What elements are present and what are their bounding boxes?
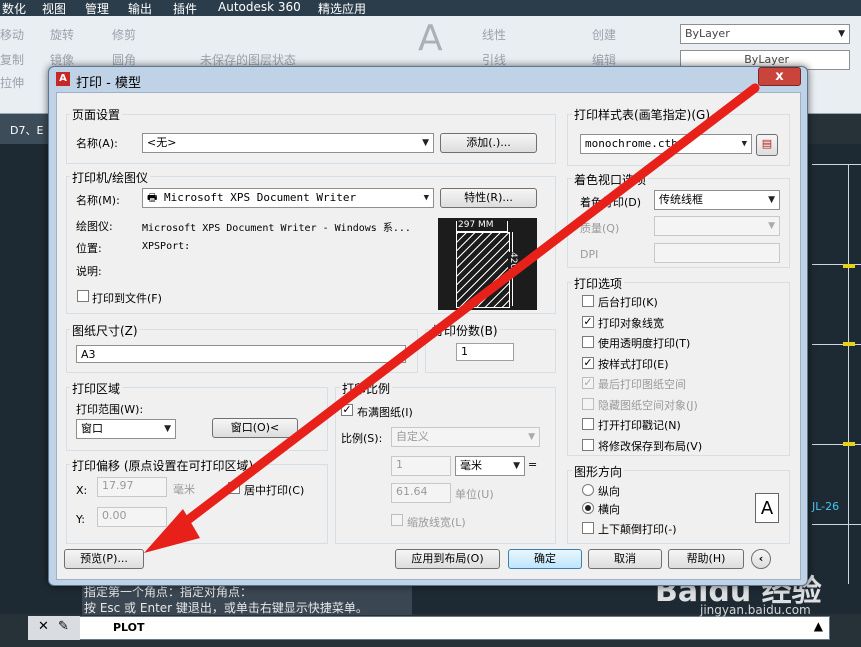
- arrow-shaft: [167, 83, 760, 537]
- annotation-arrow: [144, 83, 760, 553]
